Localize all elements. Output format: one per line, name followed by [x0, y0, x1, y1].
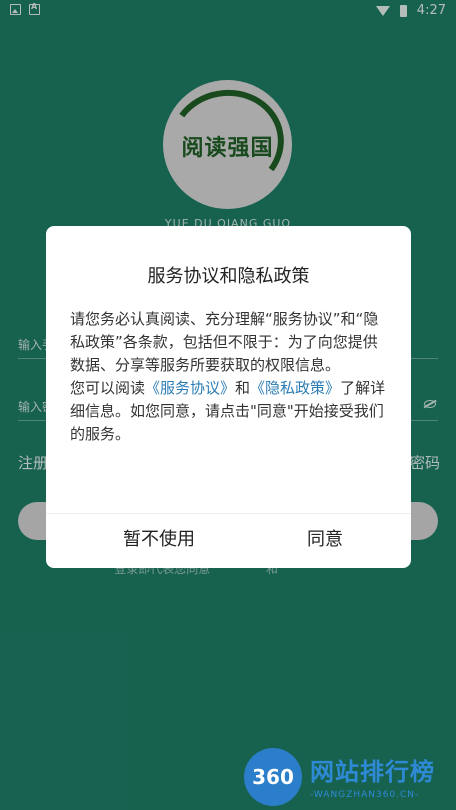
dialog-read-prefix: 您可以阅读 — [70, 379, 146, 397]
privacy-dialog: 服务协议和隐私政策 请您务必认真阅读、充分理解“服务协议”和“隐私政策”各条款，… — [46, 226, 411, 568]
service-agreement-link[interactable]: 《服务协议》 — [145, 379, 235, 397]
decline-button[interactable]: 暂不使用 — [76, 516, 242, 564]
privacy-policy-link[interactable]: 《隐私政策》 — [250, 379, 340, 397]
agree-button[interactable]: 同意 — [242, 516, 408, 564]
dialog-read-and: 和 — [235, 379, 251, 397]
watermark-badge: 360 — [244, 748, 302, 806]
dialog-title: 服务协议和隐私政策 — [147, 266, 310, 287]
dialog-body: 请您务必认真阅读、充分理解“服务协议”和“隐私政策”各条款，包括但不限于：为了向… — [70, 308, 388, 446]
watermark: 360 网站排行榜 -WANGZHAN360.CN- — [244, 746, 456, 810]
watermark-title: 网站排行榜 — [310, 758, 435, 786]
dialog-paragraph-1: 请您务必认真阅读、充分理解“服务协议”和“隐私政策”各条款，包括但不限于：为了向… — [70, 310, 379, 374]
watermark-subtitle: -WANGZHAN360.CN- — [310, 790, 420, 800]
dialog-divider — [46, 513, 411, 514]
